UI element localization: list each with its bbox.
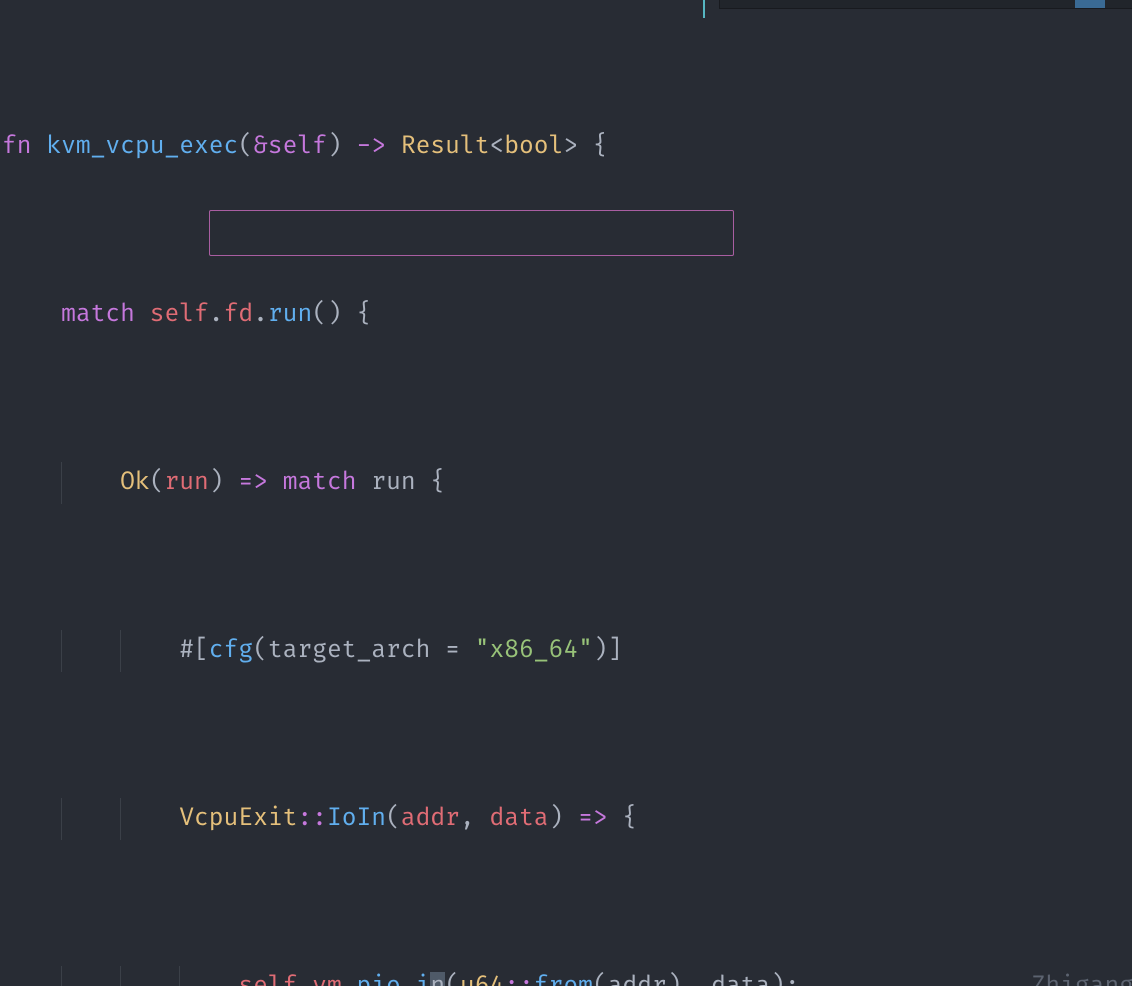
code-line[interactable]: fn kvm_vcpu_exec(&self) -> Result<bool> … (2, 126, 1132, 168)
amp-self: &self (253, 132, 327, 161)
enum-vcpuexit: VcpuExit (179, 804, 297, 833)
cursor-selection: n (430, 972, 445, 986)
str-x86_64: "x86_64" (475, 636, 593, 665)
field-fd: fd (224, 300, 254, 329)
self: self (150, 300, 209, 329)
lbrace: { (593, 132, 608, 161)
code-line[interactable]: VcpuExit::IoIn(addr, data) => { (2, 798, 1132, 840)
attr-key: target_arch (268, 636, 430, 665)
rparen: ) (327, 132, 342, 161)
var-run: run (371, 468, 415, 497)
var-run: run (164, 468, 208, 497)
arrow: -> (357, 132, 387, 161)
variant-ok: Ok (120, 468, 150, 497)
fat-arrow: => (238, 468, 268, 497)
attr-cfg: cfg (209, 636, 253, 665)
code-line[interactable]: self.vm.pio_in(u64::from(addr), data);Zh… (2, 966, 1132, 986)
code-editor[interactable]: fn kvm_vcpu_exec(&self) -> Result<bool> … (0, 0, 1132, 986)
type-result: Result (401, 132, 490, 161)
method-run: run (268, 300, 312, 329)
method-pio-in: pio_i (357, 972, 431, 986)
code-line[interactable]: #[cfg(target_arch = "x86_64")] (2, 630, 1132, 672)
keyword-fn: fn (2, 132, 32, 161)
lparen: ( (238, 132, 253, 161)
keyword-match: match (283, 468, 357, 497)
type-bool: bool (504, 132, 563, 161)
variant-ioin: IoIn (327, 804, 386, 833)
code-line[interactable]: Ok(run) => match run { (2, 462, 1132, 504)
space (32, 132, 47, 161)
keyword-match: match (61, 300, 135, 329)
code-line[interactable]: match self.fd.run() { (2, 294, 1132, 336)
git-blame-author[interactable]: Zhigang (1031, 966, 1132, 986)
fn-name: kvm_vcpu_exec (46, 132, 238, 161)
